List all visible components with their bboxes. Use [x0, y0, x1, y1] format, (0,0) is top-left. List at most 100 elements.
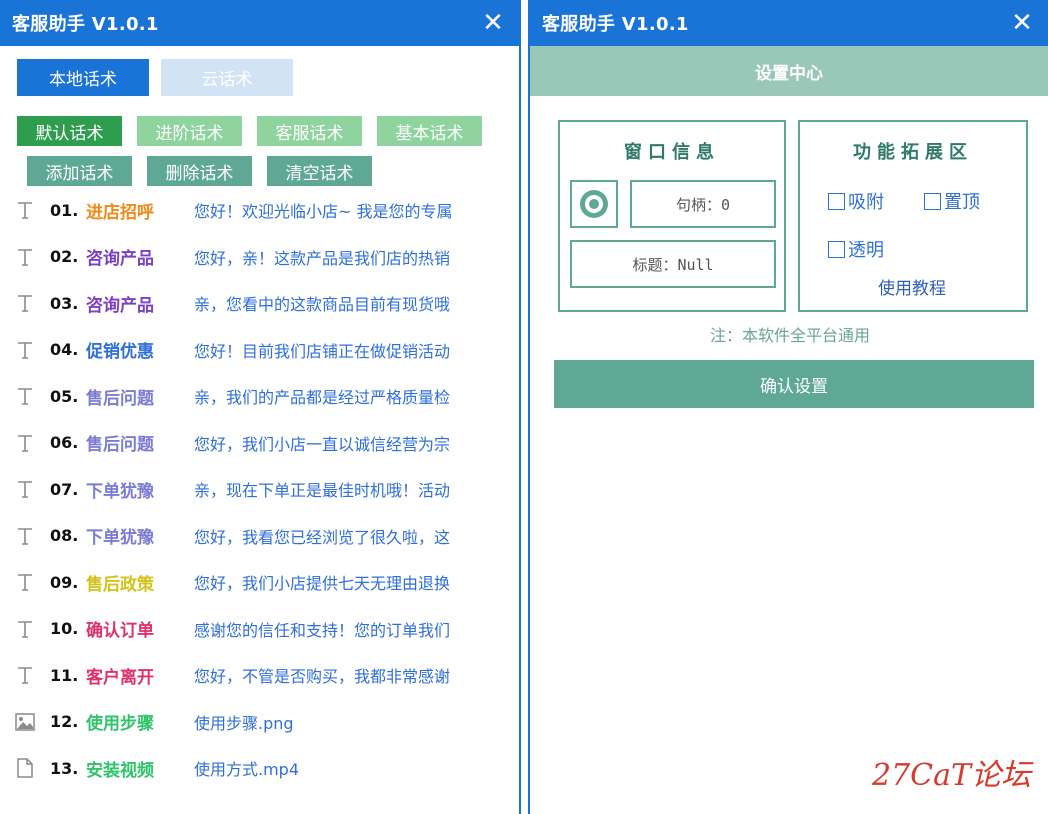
item-number: 01.: [50, 200, 79, 220]
item-category: 促销优惠: [86, 342, 154, 362]
item-number: 04.: [50, 340, 79, 359]
text-icon: [14, 431, 36, 455]
item-category: 使用步骤: [86, 714, 154, 734]
transparent-label: 透明: [848, 240, 884, 261]
confirm-settings-button[interactable]: 确认设置: [554, 360, 1034, 408]
checkbox-icon: [828, 240, 845, 258]
snap-label: 吸附: [848, 192, 884, 213]
text-icon: [14, 338, 36, 362]
default-scripts-button[interactable]: 默认话术: [17, 116, 122, 146]
right-close-button[interactable]: ✕: [1008, 10, 1036, 36]
item-number: 07.: [50, 479, 79, 499]
window-info-title: 窗口信息: [624, 142, 720, 163]
item-preview: 使用步骤.png: [194, 713, 294, 733]
item-category: 咨询产品: [86, 249, 154, 269]
right-window-title: 客服助手 V1.0.1: [542, 14, 689, 35]
delete-script-button[interactable]: 删除话术: [147, 156, 252, 186]
clear-scripts-button[interactable]: 清空话术: [267, 156, 372, 186]
file-icon: [14, 756, 36, 780]
list-item[interactable]: 13. 安装视频 使用方式.mp4: [0, 753, 519, 783]
item-number: 06.: [50, 433, 79, 452]
item-number: 12.: [50, 712, 79, 731]
item-category: 客户离开: [86, 667, 154, 688]
features-panel: 功能拓展区 吸附 置顶 透明 使用教程: [798, 120, 1028, 312]
pin-top-label: 置顶: [944, 192, 980, 213]
snap-checkbox[interactable]: 吸附: [828, 188, 884, 214]
item-preview: 亲，您看中的这款商品目前有现货哦: [194, 295, 451, 314]
text-icon: [14, 245, 36, 269]
item-category: 售后问题: [86, 435, 154, 455]
item-preview: 您好，我们小店一直以诚信经营为宗: [194, 434, 451, 454]
item-category: 下单犹豫: [86, 481, 154, 502]
text-icon: [14, 617, 36, 641]
list-item[interactable]: 01. 进店招呼 您好！欢迎光临小店~ 我是您的专属: [0, 195, 519, 225]
text-icon: [14, 477, 36, 501]
item-preview: 您好，我们小店提供七天无理由退换: [194, 574, 451, 593]
tab-cloud-scripts[interactable]: 云话术: [161, 59, 293, 96]
crosshair-icon: [580, 190, 608, 218]
pin-top-checkbox[interactable]: 置顶: [924, 188, 980, 214]
item-number: 03.: [50, 293, 79, 313]
item-number: 08.: [50, 526, 79, 545]
service-scripts-button[interactable]: 客服话术: [257, 116, 362, 146]
item-preview: 使用方式.mp4: [194, 760, 300, 779]
list-item[interactable]: 07. 下单犹豫 亲，现在下单正是最佳时机哦！活动: [0, 474, 519, 504]
window-handle-field: 句柄：0: [630, 180, 776, 228]
advanced-scripts-button[interactable]: 进阶话术: [137, 116, 242, 146]
list-item[interactable]: 09. 售后政策 您好，我们小店提供七天无理由退换: [0, 567, 519, 597]
window-picker-target[interactable]: [570, 180, 618, 228]
text-icon: [14, 291, 36, 315]
item-number: 05.: [50, 386, 79, 406]
list-item[interactable]: 04. 促销优惠 您好！目前我们店铺正在做促销活动: [0, 335, 519, 365]
image-icon: [14, 710, 36, 734]
item-category: 下单犹豫: [86, 528, 154, 548]
item-preview: 您好！目前我们店铺正在做促销活动: [194, 341, 451, 361]
left-close-button[interactable]: ✕: [479, 10, 507, 36]
window-caption-field: 标题：Null: [570, 240, 776, 288]
list-item[interactable]: 02. 咨询产品 您好，亲！这款产品是我们店的热销: [0, 242, 519, 272]
item-category: 售后政策: [86, 574, 154, 595]
list-item[interactable]: 12. 使用步骤 使用步骤.png: [0, 707, 519, 737]
item-preview: 您好，亲！这款产品是我们店的热销: [194, 248, 451, 268]
list-item[interactable]: 06. 售后问题 您好，我们小店一直以诚信经营为宗: [0, 428, 519, 458]
text-icon: [14, 663, 36, 687]
text-icon: [14, 384, 36, 408]
tab-bar: 本地话术 云话术: [17, 59, 293, 96]
list-item[interactable]: 11. 客户离开 您好，不管是否购买，我都非常感谢: [0, 660, 519, 690]
text-icon: [14, 570, 36, 594]
item-preview: 亲，我们的产品都是经过严格质量检: [194, 388, 451, 407]
window-info-panel: 窗口信息 句柄：0 标题：Null: [558, 120, 786, 312]
item-number: 11.: [50, 665, 79, 685]
item-preview: 您好！欢迎光临小店~ 我是您的专属: [194, 202, 453, 221]
basic-scripts-button[interactable]: 基本话术: [377, 116, 482, 146]
add-script-button[interactable]: 添加话术: [27, 156, 132, 186]
item-number: 10.: [50, 619, 79, 638]
left-titlebar: 客服助手 V1.0.1 ✕: [0, 0, 519, 46]
platform-note: 注：本软件全平台通用: [709, 326, 870, 345]
item-category: 进店招呼: [86, 202, 154, 223]
item-category: 确认订单: [86, 621, 154, 641]
features-title: 功能拓展区: [853, 142, 973, 163]
list-item[interactable]: 08. 下单犹豫 您好，我看您已经浏览了很久啦，这: [0, 521, 519, 551]
left-window: 客服助手 V1.0.1 ✕ 本地话术 云话术 默认话术 进阶话术 客服话术 基本…: [0, 0, 519, 814]
item-number: 09.: [50, 572, 79, 592]
list-item[interactable]: 05. 售后问题 亲，我们的产品都是经过严格质量检: [0, 381, 519, 411]
item-category: 咨询产品: [86, 295, 154, 316]
checkbox-icon: [924, 192, 941, 210]
watermark: 27CaT论坛: [872, 758, 1032, 793]
text-icon: [14, 198, 36, 222]
right-titlebar: 客服助手 V1.0.1 ✕: [530, 0, 1048, 46]
left-window-title: 客服助手 V1.0.1: [12, 14, 159, 35]
right-window: 客服助手 V1.0.1 ✕ 设置中心 窗口信息 句柄：0 标题：Null 功能拓…: [528, 0, 1048, 814]
text-icon: [14, 524, 36, 548]
window-divider: [519, 0, 528, 814]
tutorial-link[interactable]: 使用教程: [878, 274, 946, 299]
item-preview: 您好，不管是否购买，我都非常感谢: [194, 667, 451, 686]
transparent-checkbox[interactable]: 透明: [828, 236, 884, 262]
tab-local-scripts[interactable]: 本地话术: [17, 59, 149, 96]
item-preview: 您好，我看您已经浏览了很久啦，这: [194, 527, 451, 547]
item-preview: 感谢您的信任和支持！您的订单我们: [194, 620, 451, 640]
list-item[interactable]: 03. 咨询产品 亲，您看中的这款商品目前有现货哦: [0, 288, 519, 318]
item-number: 13.: [50, 758, 79, 778]
list-item[interactable]: 10. 确认订单 感谢您的信任和支持！您的订单我们: [0, 614, 519, 644]
